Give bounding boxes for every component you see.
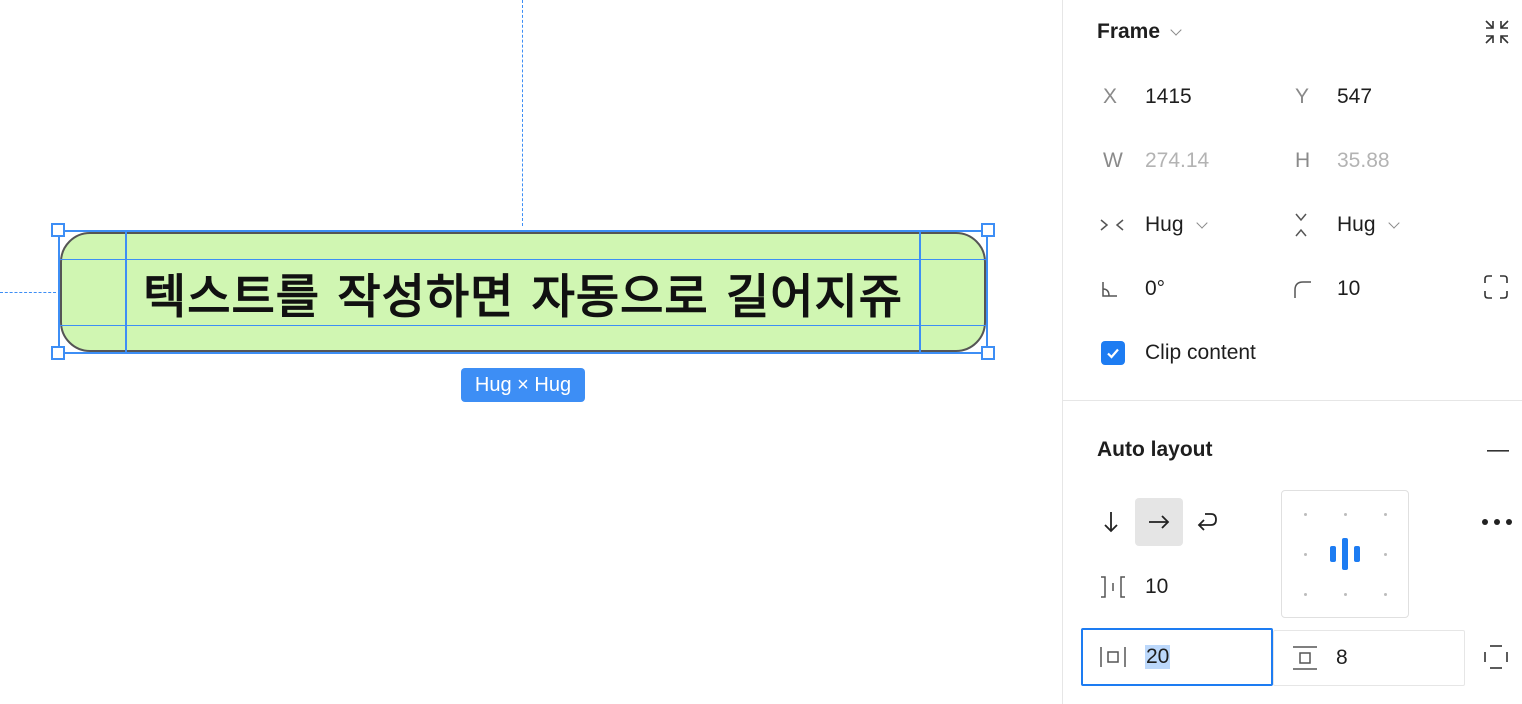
section-divider [1063, 400, 1522, 401]
width-mode-dropdown[interactable]: Hug [1099, 200, 1269, 250]
direction-vertical-button[interactable] [1087, 498, 1135, 546]
w-label: W [1103, 149, 1123, 172]
horizontal-padding-icon [1083, 645, 1145, 669]
wrap-icon [1197, 513, 1217, 531]
width-mode-value: Hug [1145, 213, 1184, 236]
direction-horizontal-button[interactable] [1135, 498, 1183, 546]
auto-layout-title: Auto layout [1097, 438, 1213, 461]
size-badge: Hug × Hug [461, 368, 585, 402]
padding-guide-top [60, 259, 986, 260]
chevron-down-icon [1170, 23, 1182, 36]
resize-handle-bottom-left[interactable] [51, 346, 65, 360]
vertical-padding-value: 8 [1336, 646, 1348, 669]
frame-dropdown[interactable]: Frame [1097, 20, 1182, 44]
y-position-field[interactable]: Y 547 [1275, 72, 1455, 122]
alignment-center-icon[interactable] [1328, 538, 1362, 570]
align-bottom-left[interactable] [1304, 593, 1307, 596]
corner-radius-field[interactable]: 10 [1291, 264, 1461, 314]
rotation-value: 0° [1145, 277, 1166, 300]
clip-content-check[interactable] [1101, 341, 1125, 365]
clip-content-checkbox[interactable]: Clip content [1101, 328, 1256, 378]
height-mode-dropdown[interactable]: Hug [1291, 200, 1461, 250]
resize-handle-top-left[interactable] [51, 223, 65, 237]
align-top-left[interactable] [1304, 513, 1307, 516]
align-top-center[interactable] [1344, 513, 1347, 516]
align-bottom-center[interactable] [1344, 593, 1347, 596]
clip-content-label: Clip content [1145, 341, 1256, 364]
hug-width-icon [1099, 215, 1145, 235]
align-middle-left[interactable] [1304, 553, 1307, 556]
horizontal-padding-value[interactable]: 20 [1145, 645, 1171, 669]
padding-guide-bottom [60, 325, 986, 326]
remove-auto-layout-button[interactable] [1483, 438, 1513, 464]
h-value: 35.88 [1337, 149, 1390, 172]
chevron-down-icon [1387, 216, 1400, 229]
more-options-button[interactable] [1477, 508, 1517, 536]
padding-guide-right [919, 232, 921, 352]
w-value: 274.14 [1145, 149, 1210, 172]
properties-panel: Frame X 1415 Y 547 W 274.14 H 35.88 Hug [1062, 0, 1522, 704]
vertical-guide-line [522, 0, 523, 226]
checkmark-icon [1107, 348, 1119, 359]
y-label: Y [1295, 85, 1310, 108]
x-position-field[interactable]: X 1415 [1083, 72, 1263, 122]
horizontal-padding-field[interactable]: 20 [1081, 628, 1273, 686]
h-label: H [1295, 149, 1311, 172]
rotation-icon [1099, 278, 1145, 300]
horizontal-guide-line [0, 292, 56, 293]
gap-field[interactable]: 10 [1099, 562, 1249, 612]
gap-value: 10 [1145, 575, 1169, 598]
vertical-padding-field[interactable]: 8 [1273, 630, 1465, 686]
align-middle-right[interactable] [1384, 553, 1387, 556]
x-label: X [1103, 85, 1118, 108]
design-canvas[interactable]: 텍스트를 작성하면 자동으로 길어지쥬 Hug × Hug [0, 0, 1062, 704]
resize-handle-top-right[interactable] [981, 223, 995, 237]
height-mode-value: Hug [1337, 213, 1376, 236]
y-value: 547 [1337, 85, 1373, 108]
hug-height-icon [1291, 212, 1337, 238]
frame-text[interactable]: 텍스트를 작성하면 자동으로 길어지쥬 [143, 258, 903, 327]
padding-guide-left [125, 232, 127, 352]
rotation-field[interactable]: 0° [1099, 264, 1269, 314]
corner-radius-value: 10 [1337, 277, 1361, 300]
collapse-icon[interactable] [1483, 18, 1511, 51]
minus-icon [1487, 450, 1509, 452]
width-field[interactable]: W 274.14 [1083, 136, 1263, 186]
auto-layout-frame[interactable]: 텍스트를 작성하면 자동으로 길어지쥬 [60, 232, 986, 352]
height-field[interactable]: H 35.88 [1275, 136, 1455, 186]
arrow-right-icon [1149, 515, 1170, 529]
more-icon [1482, 519, 1512, 525]
frame-section-title: Frame [1097, 20, 1161, 43]
resize-handle-bottom-right[interactable] [981, 346, 995, 360]
independent-corners-icon[interactable] [1483, 274, 1509, 305]
individual-padding-icon[interactable] [1483, 644, 1509, 675]
arrow-down-icon [1104, 512, 1118, 533]
spacing-icon [1099, 575, 1145, 599]
vertical-padding-icon [1274, 645, 1336, 671]
chevron-down-icon [1195, 216, 1208, 229]
direction-wrap-button[interactable] [1183, 498, 1231, 546]
align-bottom-right[interactable] [1384, 593, 1387, 596]
x-value: 1415 [1145, 85, 1192, 108]
corner-radius-icon [1291, 278, 1337, 300]
align-top-right[interactable] [1384, 513, 1387, 516]
alignment-grid[interactable] [1281, 490, 1409, 618]
